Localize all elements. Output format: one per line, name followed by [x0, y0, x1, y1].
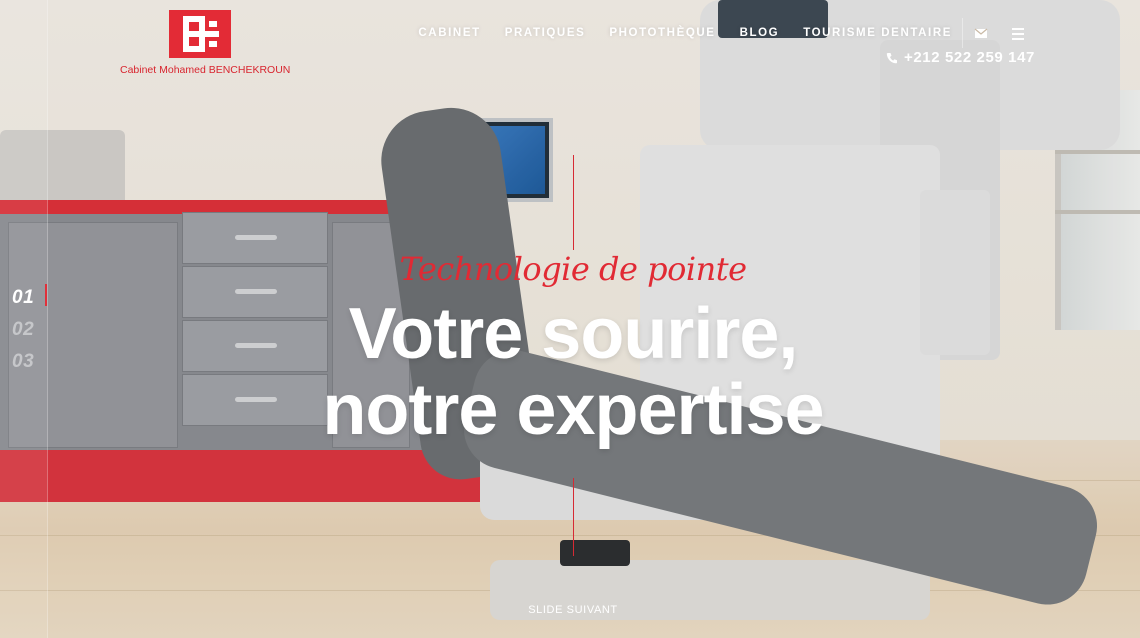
decorative-line — [573, 478, 574, 556]
hero-headline: Votre sourire, notre expertise — [0, 296, 1140, 448]
hero-headline-line-1: Votre sourire, — [348, 294, 799, 374]
phone-link[interactable]: +212 522 259 147 — [886, 49, 1035, 66]
menu-button[interactable] — [1010, 26, 1028, 42]
main-navigation: CABINET PRATIQUES PHOTOTHÈQUE BLOG TOURI… — [418, 27, 952, 39]
nav-item-tourisme-dentaire[interactable]: TOURISME DENTAIRE — [803, 27, 952, 39]
nav-divider — [962, 18, 963, 48]
nav-item-cabinet[interactable]: CABINET — [418, 27, 480, 39]
envelope-icon — [974, 28, 988, 38]
nav-item-pratiques[interactable]: PRATIQUES — [505, 27, 586, 39]
decorative-line — [573, 155, 574, 250]
phone-icon — [886, 52, 897, 63]
hero-headline-line-2: notre expertise — [322, 370, 824, 450]
hero-tagline: Technologie de pointe — [399, 250, 747, 288]
mail-button[interactable] — [972, 24, 990, 42]
logo-mark — [169, 10, 231, 58]
phone-number: +212 522 259 147 — [904, 49, 1035, 66]
next-slide-button[interactable]: SLIDE SUIVANT — [0, 604, 1140, 616]
nav-item-blog[interactable]: BLOG — [740, 27, 780, 39]
site-logo[interactable]: Cabinet Mohamed BENCHEKROUN — [120, 10, 291, 80]
logo-caption: Cabinet Mohamed BENCHEKROUN — [120, 64, 291, 76]
nav-item-phototheque[interactable]: PHOTOTHÈQUE — [609, 27, 715, 39]
